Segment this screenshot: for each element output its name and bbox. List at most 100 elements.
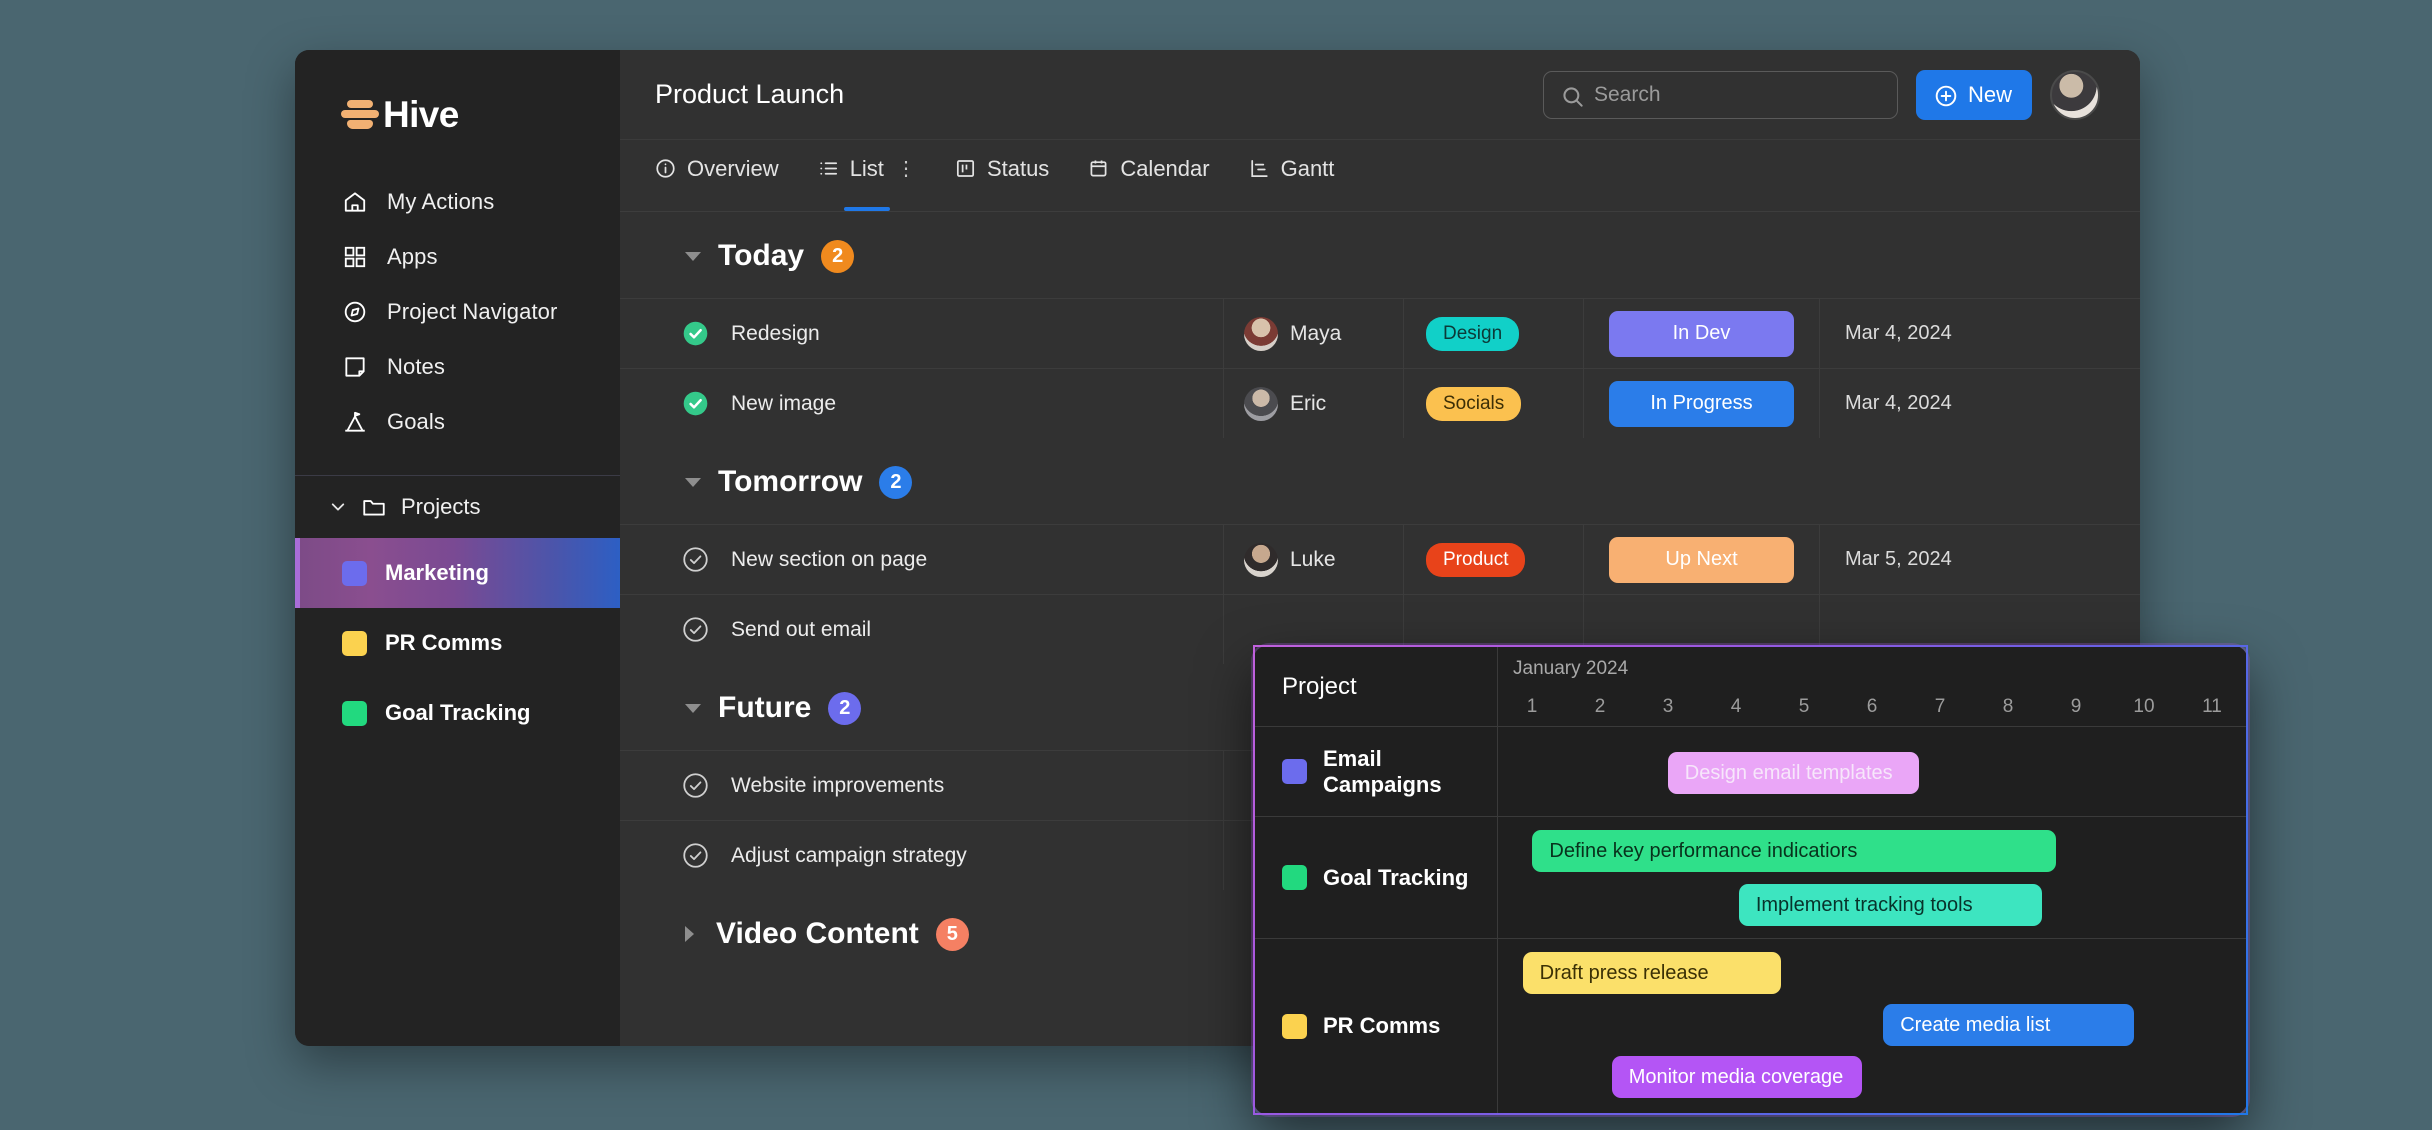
tab-label: Calendar (1120, 155, 1210, 181)
task-cell: Website improvements (620, 772, 1223, 799)
assignee-cell: Maya (1223, 299, 1403, 368)
compass-icon (342, 299, 368, 325)
project-color-swatch (1282, 759, 1307, 785)
sidebar-item-apps[interactable]: Apps (295, 229, 620, 284)
gantt-bar[interactable]: Draft press release (1522, 952, 1781, 995)
sidebar-item-project-navigator[interactable]: Project Navigator (295, 284, 620, 339)
tab-gantt[interactable]: Gantt (1248, 140, 1334, 211)
mountain-flag-icon (342, 409, 368, 435)
gantt-bar[interactable]: Design email templates (1667, 752, 1920, 794)
group-count-badge: 2 (879, 465, 913, 499)
gantt-bars-area: Define key performance indicatiors Imple… (1498, 817, 2246, 938)
gantt-row-label-cell: PR Comms (1255, 939, 1498, 1113)
assignee-cell: Luke (1223, 525, 1403, 594)
gantt-day-ticks: 1 2 3 4 5 6 7 8 9 10 11 (1498, 696, 2246, 718)
due-date: Mar 5, 2024 (1845, 548, 1952, 570)
caret-right-icon[interactable] (685, 926, 699, 942)
gantt-month-label: January 2024 (1513, 658, 1629, 679)
group-header-today[interactable]: Today 2 (620, 212, 2140, 298)
checkbox-empty-icon[interactable] (682, 546, 709, 573)
checkbox-checked-icon[interactable] (682, 390, 709, 417)
tag-badge: Socials (1426, 386, 1522, 421)
gantt-icon (1248, 157, 1271, 180)
checkbox-empty-icon[interactable] (682, 772, 709, 799)
table-row[interactable]: New image Eric Socials In Progress Mar 4… (620, 368, 2140, 438)
sidebar-project-marketing[interactable]: Marketing (295, 538, 620, 608)
gantt-project-name: PR Comms (1323, 1013, 1441, 1038)
task-cell: Redesign (620, 320, 1223, 347)
task-name: Send out email (731, 617, 872, 641)
group-title: Today (718, 239, 805, 272)
projects-section-header[interactable]: Projects (295, 476, 620, 538)
avatar[interactable] (2050, 69, 2100, 120)
search-box[interactable] (1542, 70, 1898, 119)
task-name: Adjust campaign strategy (731, 843, 967, 867)
new-button-label: New (1967, 81, 2012, 107)
view-tabs: Overview List ⋮ Status Calendar Gantt (620, 140, 2140, 212)
caret-down-icon[interactable] (685, 251, 701, 261)
table-row[interactable]: Redesign Maya Design In Dev Mar 4, 2024 (620, 298, 2140, 368)
gantt-row-pr-comms: PR Comms Draft press release Create medi… (1255, 939, 2246, 1113)
tab-calendar[interactable]: Calendar (1087, 140, 1210, 211)
brand-name: Hive (383, 94, 459, 135)
sidebar-item-my-actions[interactable]: My Actions (295, 174, 620, 229)
hive-logo-icon (341, 98, 379, 132)
chevron-down-icon (329, 498, 347, 516)
tab-list[interactable]: List ⋮ (817, 140, 916, 211)
gantt-overlay-panel: Project January 2024 1 2 3 4 5 6 7 8 9 1… (1253, 645, 2248, 1115)
gantt-bar[interactable]: Create media list (1883, 1004, 2134, 1047)
brand-logo[interactable]: Hive (295, 80, 620, 150)
tab-status[interactable]: Status (954, 140, 1049, 211)
checkbox-checked-icon[interactable] (682, 320, 709, 347)
folder-icon (361, 494, 387, 520)
home-icon (342, 189, 368, 215)
sidebar-project-goal-tracking[interactable]: Goal Tracking (295, 678, 620, 748)
sidebar-project-pr-comms[interactable]: PR Comms (295, 608, 620, 678)
status-cell: In Dev (1583, 299, 1819, 368)
tab-label: List (849, 155, 884, 181)
tab-label: Status (986, 155, 1050, 181)
projects-label: Projects (401, 494, 481, 519)
new-button[interactable]: New (1915, 69, 2032, 120)
tab-options-icon[interactable]: ⋮ (896, 156, 916, 181)
gantt-bar[interactable]: Monitor media coverage (1611, 1056, 1863, 1099)
tag-cell: Socials (1403, 369, 1583, 438)
gantt-project-name: Email Campaigns (1323, 745, 1442, 797)
table-row[interactable]: New section on page Luke Product Up Next… (620, 524, 2140, 594)
gantt-day-tick: 5 (1798, 696, 1810, 717)
info-circle-icon (654, 157, 677, 180)
checkbox-empty-icon[interactable] (682, 616, 709, 643)
gantt-bar[interactable]: Define key performance indicatiors (1532, 830, 2056, 873)
search-input[interactable] (1593, 82, 1881, 107)
assignee-name: Maya (1290, 321, 1342, 345)
gantt-day-tick: 1 (1526, 696, 1538, 717)
sidebar-item-notes[interactable]: Notes (295, 339, 620, 394)
project-label: Marketing (385, 560, 489, 585)
assignee-avatar (1244, 316, 1278, 351)
status-badge[interactable]: In Progress (1609, 380, 1794, 427)
status-board-icon (954, 157, 977, 180)
gantt-day-tick: 3 (1662, 696, 1674, 717)
status-badge[interactable]: In Dev (1609, 310, 1794, 357)
sidebar-item-label: Goals (387, 408, 445, 434)
gantt-project-column-header: Project (1255, 647, 1498, 726)
gantt-day-tick: 11 (2202, 696, 2222, 717)
task-cell: Adjust campaign strategy (620, 842, 1223, 869)
task-name: New image (731, 391, 837, 415)
tab-overview[interactable]: Overview (654, 140, 779, 211)
task-cell: New section on page (620, 546, 1223, 573)
gantt-bar[interactable]: Implement tracking tools (1738, 884, 2042, 927)
status-badge[interactable]: Up Next (1609, 536, 1794, 583)
list-icon (817, 157, 840, 180)
checkbox-empty-icon[interactable] (682, 842, 709, 869)
gantt-day-tick: 8 (2002, 696, 2014, 717)
caret-down-icon[interactable] (685, 703, 701, 713)
sidebar-item-goals[interactable]: Goals (295, 394, 620, 449)
gantt-day-tick: 4 (1730, 696, 1742, 717)
tag-badge: Product (1426, 542, 1526, 577)
group-header-tomorrow[interactable]: Tomorrow 2 (620, 438, 2140, 524)
caret-down-icon[interactable] (685, 477, 701, 487)
gantt-bars-area: Draft press release Create media list Mo… (1498, 939, 2246, 1113)
group-title: Future (718, 691, 812, 724)
gantt-bars-area: Design email templates (1498, 727, 2246, 816)
